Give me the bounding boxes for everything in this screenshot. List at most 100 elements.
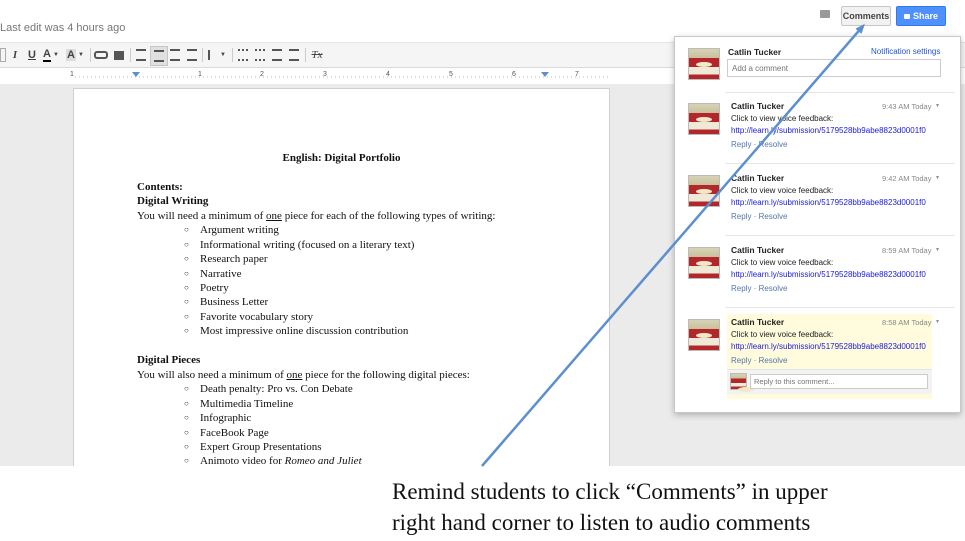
ruler-mark: 1 [198, 71, 202, 78]
intro-emphasis: one [286, 369, 303, 381]
comment-link[interactable]: http://learn.ly/submission/5179528bb9abe… [731, 126, 926, 135]
comment-timestamp: 9:43 AM Today [882, 102, 932, 111]
ruler-mark: 3 [323, 71, 327, 78]
numbered-list-icon [238, 49, 248, 61]
list-item: Narrative [184, 268, 241, 280]
document-page[interactable]: English: Digital Portfolio Contents: Dig… [73, 88, 610, 466]
intro-text: You will also need a minimum of [137, 369, 287, 381]
ruler-mark: 7 [575, 71, 579, 78]
reply-link[interactable]: Reply [731, 140, 751, 149]
line-spacing-icon [208, 50, 218, 60]
avatar [730, 373, 754, 392]
link-button[interactable] [94, 46, 108, 64]
clear-formatting-button[interactable]: Tx [309, 46, 325, 64]
caption-line: right hand corner to listen to audio com… [392, 510, 811, 535]
comments-button[interactable]: Comments [841, 6, 891, 26]
comment-author: Catlin Tucker [731, 173, 785, 183]
text-color-button[interactable]: A ▼ [40, 46, 62, 64]
comment-thread[interactable]: Catlin Tucker 8:58 AM Today ▼ Click to v… [675, 311, 960, 406]
resolve-link[interactable]: Resolve [759, 284, 788, 293]
chevron-down-icon[interactable]: ▼ [935, 247, 940, 253]
comment-divider [725, 92, 955, 93]
comment-author: Catlin Tucker [731, 101, 785, 111]
ruler-mark: 6 [512, 71, 516, 78]
align-center-button[interactable] [150, 46, 168, 66]
list-item-emphasis: Romeo and Juliet [284, 455, 362, 466]
list-item: Argument writing [184, 224, 279, 236]
section-heading: Digital Writing [137, 195, 209, 207]
italic-button[interactable]: I [9, 46, 21, 64]
comment-divider [725, 307, 955, 308]
section-intro: You will also need a minimum of one piec… [137, 369, 470, 381]
comment-thread[interactable]: Catlin Tucker 8:59 AM Today ▼ Click to v… [675, 239, 960, 307]
numbered-list-button[interactable] [236, 46, 250, 64]
share-label: Share [912, 11, 938, 21]
line-spacing-button[interactable]: ▼ [206, 46, 228, 64]
insert-comment-button[interactable] [112, 46, 126, 64]
ruler-mark: 1 [70, 71, 74, 78]
comment-timestamp: 9:42 AM Today [882, 174, 932, 183]
caption-line: Remind students to click “Comments” in u… [392, 479, 828, 504]
chevron-down-icon: ▼ [78, 52, 84, 58]
comment-link[interactable]: http://learn.ly/submission/5179528bb9abe… [731, 198, 926, 207]
intro-text: piece for each of the following types of… [281, 210, 496, 222]
comment-text: Click to view voice feedback: [731, 258, 834, 267]
intro-text: piece for the following digital pieces: [302, 369, 470, 381]
comment-timestamp: 8:59 AM Today [882, 246, 932, 255]
list-item-text: Animoto video for [200, 455, 285, 466]
align-right-button[interactable] [168, 46, 182, 64]
highlight-icon: A [66, 49, 76, 61]
ruler[interactable]: 1 1 2 3 4 5 6 7 [0, 70, 620, 84]
list-item: Multimedia Timeline [184, 398, 293, 410]
align-left-button[interactable] [134, 46, 148, 64]
bulleted-list-button[interactable] [253, 46, 267, 64]
ruler-ticks [75, 72, 610, 78]
increase-indent-icon [289, 49, 299, 61]
reply-input[interactable] [750, 374, 928, 389]
bulleted-list-icon [255, 49, 265, 61]
intro-text: You will need a minimum of [137, 210, 267, 222]
avatar [688, 247, 720, 279]
comment-link[interactable]: http://learn.ly/submission/5179528bb9abe… [731, 342, 926, 351]
reply-link[interactable]: Reply [731, 284, 751, 293]
ruler-mark: 5 [449, 71, 453, 78]
toolbar-separator [232, 48, 233, 62]
add-comment-input[interactable] [727, 59, 941, 77]
chevron-down-icon[interactable]: ▼ [935, 175, 940, 181]
comment-link[interactable]: http://learn.ly/submission/5179528bb9abe… [731, 270, 926, 279]
chevron-down-icon: ▼ [53, 52, 59, 58]
chevron-down-icon[interactable]: ▼ [935, 319, 940, 325]
notification-settings-link[interactable]: Notification settings [871, 47, 940, 56]
comment-actions: Reply · Resolve [731, 356, 788, 365]
resolve-link[interactable]: Resolve [759, 140, 788, 149]
last-edit-status[interactable]: Last edit was 4 hours ago [0, 22, 125, 34]
reply-link[interactable]: Reply [731, 356, 751, 365]
underline-button[interactable]: U [26, 46, 38, 64]
comment-thread[interactable]: Catlin Tucker 9:43 AM Today ▼ Click to v… [675, 95, 960, 163]
align-justify-button[interactable] [185, 46, 199, 64]
resolve-link[interactable]: Resolve [759, 356, 788, 365]
comment-author: Catlin Tucker [731, 245, 785, 255]
increase-indent-button[interactable] [287, 46, 301, 64]
list-item: Informational writing (focused on a lite… [184, 239, 414, 251]
toolbar-edge [0, 48, 6, 62]
comment-thread[interactable]: Catlin Tucker 9:42 AM Today ▼ Click to v… [675, 167, 960, 235]
link-icon [94, 51, 108, 59]
comment-text: Click to view voice feedback: [731, 186, 834, 195]
align-right-icon [170, 49, 180, 61]
section-intro: You will need a minimum of one piece for… [137, 210, 495, 222]
list-item: Death penalty: Pro vs. Con Debate [184, 383, 353, 395]
highlight-color-button[interactable]: A ▼ [64, 46, 86, 64]
share-button[interactable]: Share [896, 6, 946, 26]
ruler-mark: 4 [386, 71, 390, 78]
resolve-link[interactable]: Resolve [759, 212, 788, 221]
avatar [688, 175, 720, 207]
reply-link[interactable]: Reply [731, 212, 751, 221]
comment-text: Click to view voice feedback: [731, 330, 834, 339]
instruction-caption: Remind students to click “Comments” in u… [392, 476, 828, 538]
avatar [688, 103, 720, 135]
decrease-indent-button[interactable] [270, 46, 284, 64]
chat-icon[interactable] [820, 10, 830, 18]
chevron-down-icon[interactable]: ▼ [935, 103, 940, 109]
chevron-down-icon: ▼ [220, 52, 226, 58]
